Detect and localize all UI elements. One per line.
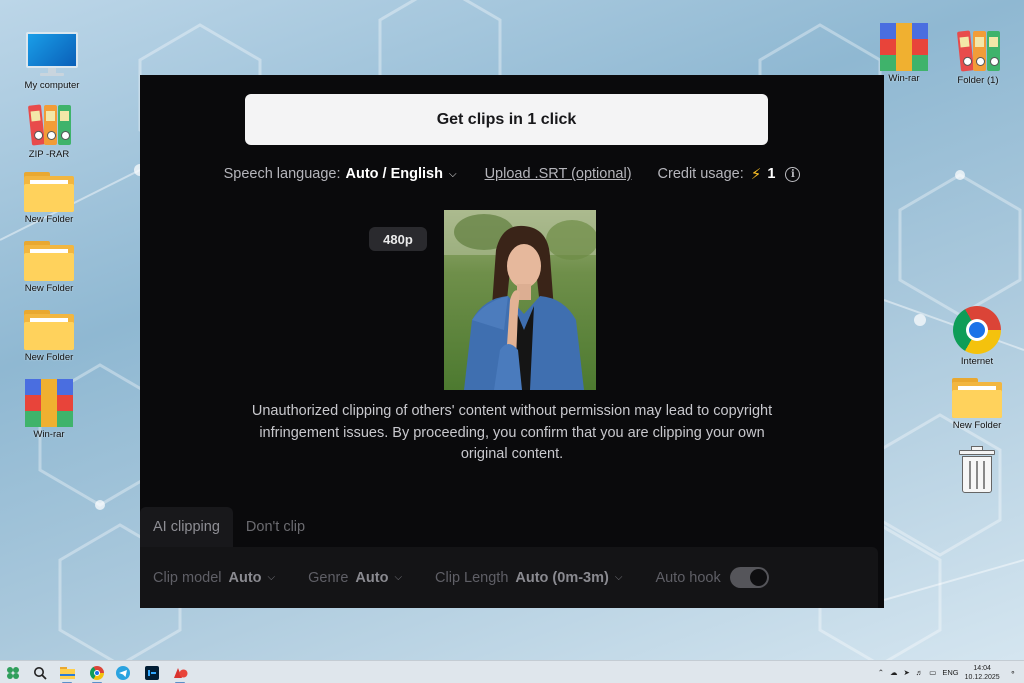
credit-usage-value: 1: [767, 166, 776, 182]
taskbar-chrome[interactable]: [84, 661, 110, 683]
desktop-icon-label: New Folder: [952, 420, 1002, 431]
winrar-icon: [25, 379, 73, 427]
tab-dont-clip[interactable]: Don't clip: [233, 507, 318, 547]
desktop-icon-label: New Folder: [24, 283, 74, 294]
lightning-bolt-icon: ⚡︎: [750, 166, 762, 183]
clip-settings-bar: Clip model Auto ⌵ Genre Auto ⌵ Clip Leng…: [140, 547, 878, 608]
chevron-down-icon: ⌵: [448, 168, 457, 180]
search-icon: [34, 666, 47, 680]
clip-length-selector[interactable]: Clip Length Auto (0m-3m) ⌵: [435, 570, 622, 586]
thumbnail-image: [444, 210, 596, 390]
system-tray: ⌃ ☁ ➤ ♬ ▭ ENG 14:04 10.12.2025 ⚬: [872, 661, 1016, 683]
taskbar: ⌃ ☁ ➤ ♬ ▭ ENG 14:04 10.12.2025 ⚬: [0, 660, 1024, 683]
folder-icon: [24, 172, 74, 212]
winrar-icon: [880, 23, 928, 71]
telegram-icon: [116, 665, 130, 680]
desktop-icon-new-folder[interactable]: New Folder: [17, 235, 81, 294]
chevron-up-icon[interactable]: ⌃: [878, 668, 884, 677]
monitor-icon: [26, 32, 78, 78]
upload-srt-link[interactable]: Upload .SRT (optional): [485, 166, 632, 182]
taskbar-photoshop[interactable]: [139, 661, 165, 683]
clip-model-selector[interactable]: Clip model Auto ⌵: [153, 570, 275, 586]
start-icon: [7, 666, 19, 679]
auto-hook-setting: Auto hook: [655, 567, 769, 588]
desktop-icon-label: Internet: [960, 356, 994, 367]
desktop-icon-label: New Folder: [24, 214, 74, 225]
clipping-app-window: Get clips in 1 click Speech language: Au…: [140, 75, 884, 608]
speech-language-value: Auto / English: [345, 166, 443, 182]
chevron-down-icon: ⌵: [614, 572, 623, 583]
copyright-disclaimer: Unauthorized clipping of others' content…: [251, 403, 773, 462]
folder-icon: [24, 241, 74, 281]
binders-icon: [954, 29, 1002, 73]
desktop-icon-label: Win-rar: [33, 429, 65, 440]
clock[interactable]: 14:04 10.12.2025: [965, 664, 1000, 682]
desktop-icon-internet[interactable]: Internet: [945, 305, 1009, 367]
clock-date: 10.12.2025: [964, 673, 1000, 681]
network-icon[interactable]: ☁: [890, 668, 898, 677]
speech-language-selector[interactable]: Speech language: Auto / English ⌵: [224, 166, 457, 182]
credit-usage-label: Credit usage:: [657, 166, 744, 182]
binders-icon: [25, 103, 73, 147]
chevron-down-icon: ⌵: [394, 572, 403, 583]
speech-language-label: Speech language:: [223, 166, 341, 182]
desktop-icon-recycle-bin[interactable]: [945, 445, 1009, 494]
display-icon[interactable]: ▭: [929, 668, 936, 677]
credit-usage: Credit usage: ⚡︎ 1 i: [658, 165, 801, 183]
folder-icon: [24, 310, 74, 350]
speaker-icon[interactable]: ♬: [916, 668, 924, 677]
desktop-icon-zip-rar[interactable]: ZIP -RAR: [17, 100, 81, 160]
desktop-icon-new-folder[interactable]: New Folder: [17, 304, 81, 363]
clock-time: 14:04: [973, 664, 991, 672]
info-icon[interactable]: i: [785, 166, 801, 182]
desktop-icon-label: My computer: [24, 80, 80, 91]
taskbar-telegram[interactable]: [110, 661, 136, 683]
taskbar-file-explorer[interactable]: [54, 661, 80, 683]
desktop-icon-my-computer[interactable]: My computer: [20, 30, 84, 91]
trash-icon: [959, 446, 995, 494]
taskbar-app[interactable]: [167, 661, 193, 683]
genre-selector[interactable]: Genre Auto ⌵: [308, 570, 402, 586]
file-explorer-icon: [59, 667, 75, 679]
language-indicator[interactable]: ENG: [942, 668, 958, 677]
clip-mode-tabs: AI clipping Don't clip: [140, 507, 318, 547]
desktop-icon-new-folder[interactable]: New Folder: [945, 372, 1009, 431]
auto-hook-toggle[interactable]: [729, 567, 769, 588]
resolution-badge: 480p: [369, 227, 427, 251]
desktop-icon-win-rar[interactable]: Win-rar: [17, 378, 81, 440]
telegram-tray-icon[interactable]: ➤: [904, 668, 910, 677]
video-thumbnail[interactable]: [444, 210, 596, 390]
chrome-icon: [90, 665, 104, 680]
desktop-icon-new-folder[interactable]: New Folder: [17, 166, 81, 225]
folder-icon: [952, 378, 1002, 418]
desktop-icon-label: New Folder: [24, 352, 74, 363]
tab-ai-clipping[interactable]: AI clipping: [140, 507, 233, 547]
photoshop-icon: [145, 665, 159, 680]
chevron-down-icon: ⌵: [267, 572, 276, 583]
desktop-icon-label: ZIP -RAR: [28, 149, 70, 160]
desktop-icon-folder-1[interactable]: Folder (1): [946, 26, 1010, 86]
desktop-icon-label: Folder (1): [957, 75, 999, 86]
search-button[interactable]: [27, 661, 53, 683]
start-button[interactable]: [0, 661, 26, 683]
app-icon: [173, 668, 187, 678]
get-clips-button[interactable]: Get clips in 1 click: [245, 94, 768, 145]
notification-bell-icon[interactable]: ⚬: [1010, 668, 1016, 677]
chrome-icon: [953, 306, 1001, 354]
options-row: Speech language: Auto / English ⌵ Upload…: [140, 164, 884, 184]
